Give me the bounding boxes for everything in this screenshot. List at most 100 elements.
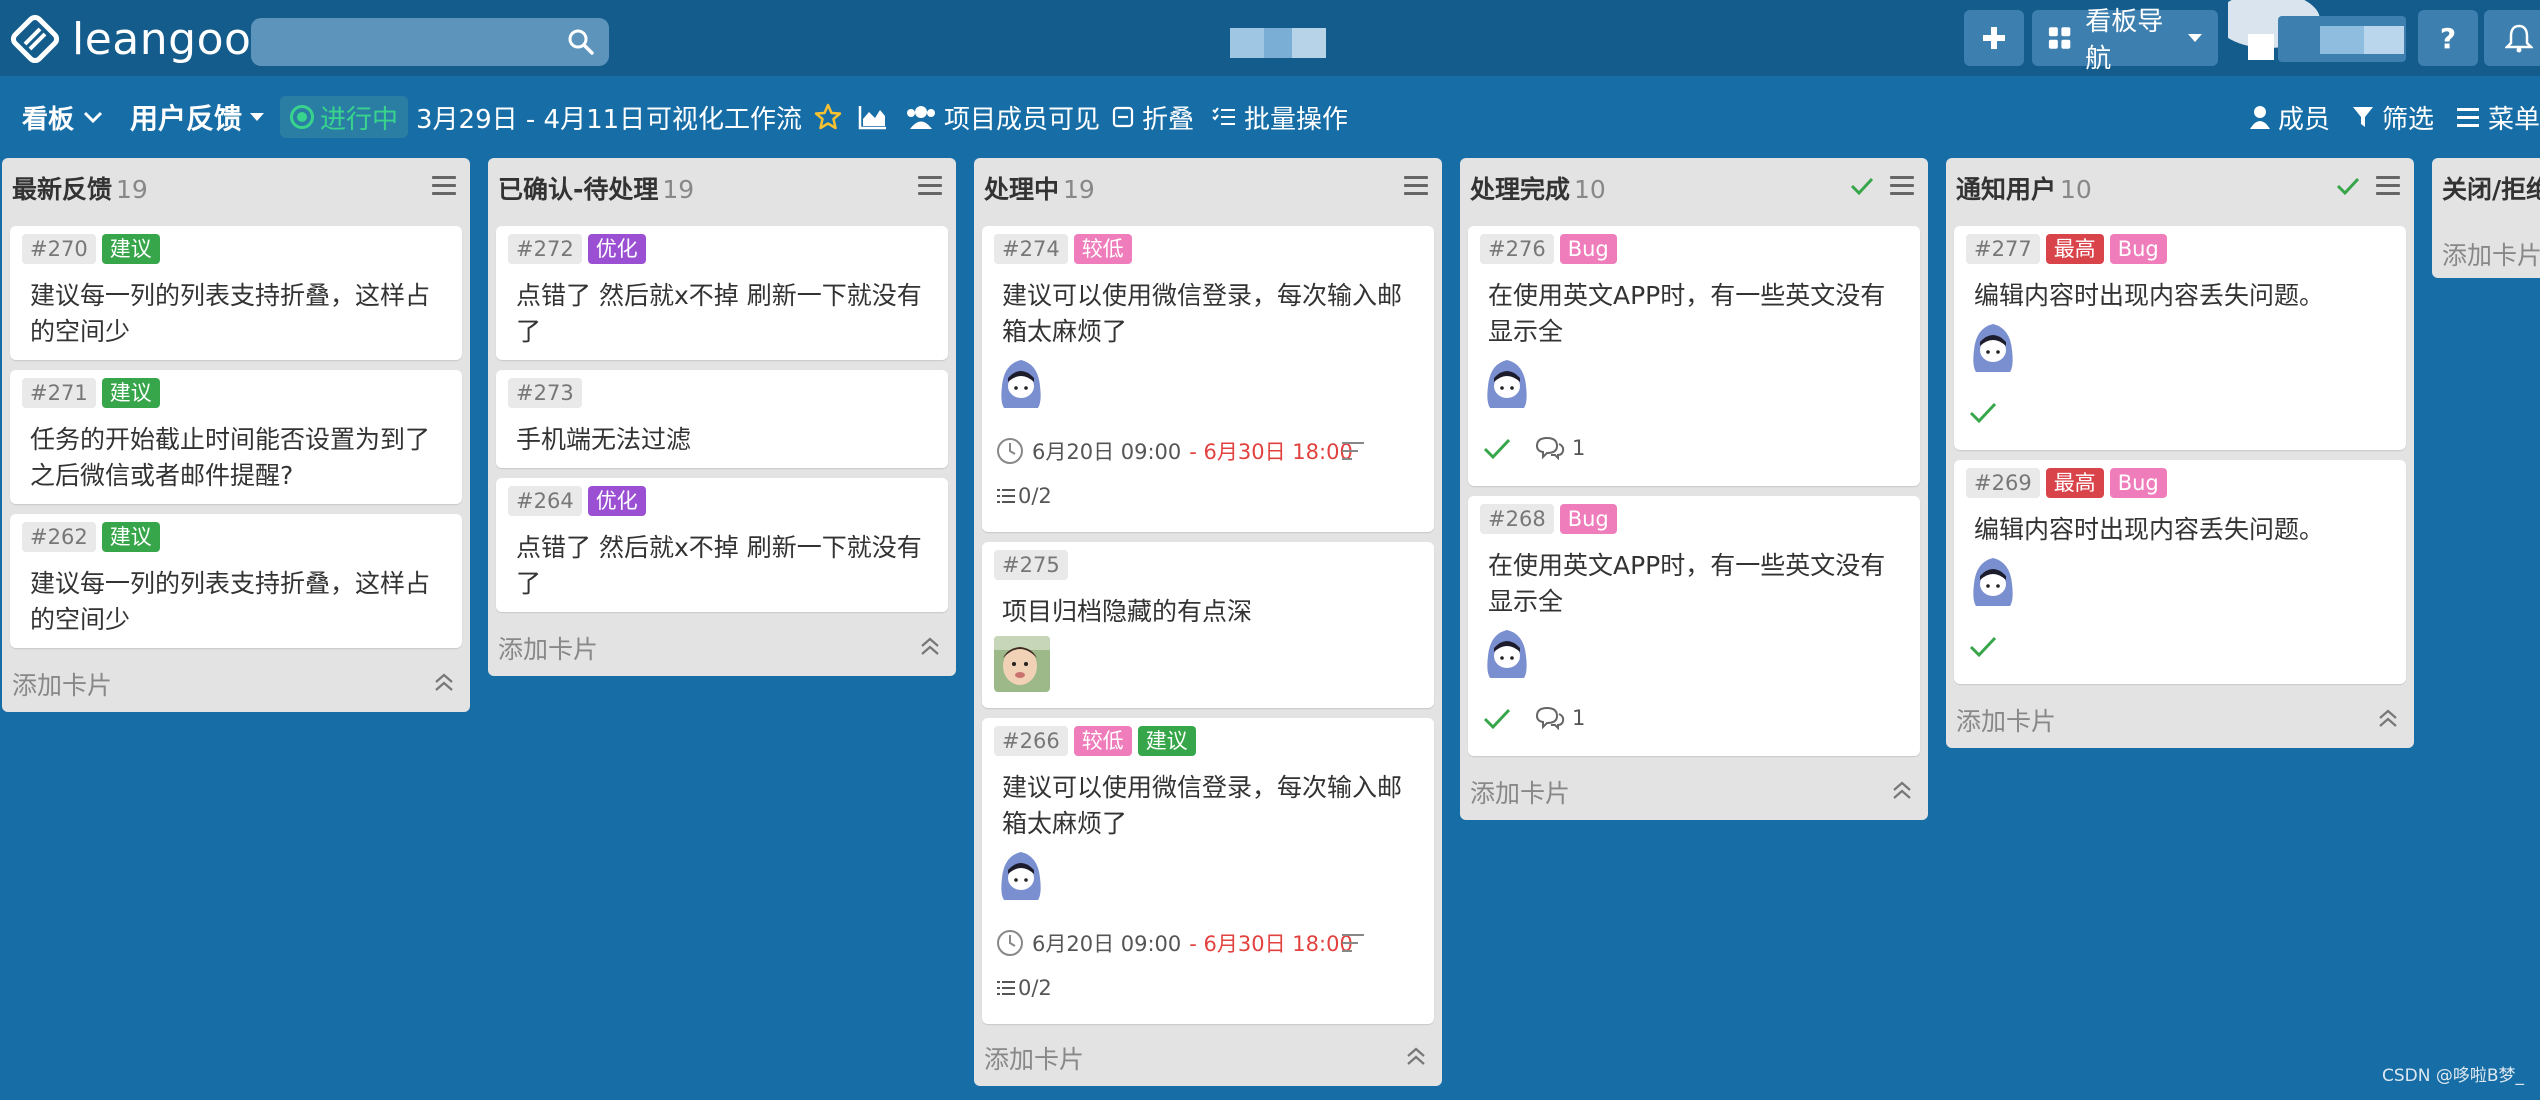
member-avatar[interactable] (994, 636, 1050, 692)
date-range[interactable]: 3月29日 - 4月11日 (416, 94, 645, 140)
card[interactable]: #277 最高 Bug 编辑内容时出现内容丢失问题。 (1954, 226, 2406, 450)
board-nav-button[interactable]: 看板导航 (2032, 7, 2218, 74)
card-title: 编辑内容时出现内容丢失问题。 (1974, 281, 2325, 310)
list-title[interactable]: 处理中 19 (984, 170, 1095, 206)
add-card-button[interactable]: 添加卡片 (1956, 702, 2056, 738)
member-avatar[interactable] (1484, 358, 1530, 410)
card[interactable]: #275 项目归档隐藏的有点深 (982, 542, 1434, 708)
member-avatar[interactable] (998, 358, 1044, 410)
list-menu-icon[interactable] (432, 176, 456, 196)
list-menu-icon[interactable] (1404, 176, 1428, 196)
visibility-button[interactable]: 项目成员可见 (906, 94, 1100, 140)
card-id: #264 (508, 486, 582, 516)
list-title[interactable]: 通知用户 10 (1956, 170, 2092, 206)
batch-button[interactable]: 批量操作 (1212, 94, 1348, 140)
card[interactable]: #271 建议 任务的开始截止时间能否设置为到了之后微信或者邮件提醒? (10, 370, 462, 504)
member-avatar[interactable] (998, 850, 1044, 902)
due-date[interactable]: 6月20日 09:00 - 6月30日 18:00 (996, 436, 1353, 466)
list-menu-icon[interactable] (1890, 176, 1914, 196)
list-confirmed-pending: 已确认-待处理 19 #272 优化 点错了 然后就x不掉 刷新一下就没有了 #27… (488, 158, 956, 676)
checklist-icon (997, 981, 1015, 995)
status-label: 进行中 (320, 104, 399, 135)
menu-button[interactable]: 菜单 (2456, 94, 2540, 140)
watermark: CSDN @哆啦B梦_ (2381, 1066, 2524, 1086)
card[interactable]: #276 Bug 在使用英文APP时，有一些英文没有显示全 1 (1468, 226, 1920, 486)
members-button[interactable]: 成员 (2250, 94, 2330, 140)
card[interactable]: #273 手机端无法过滤 (496, 370, 948, 468)
description-icon (1342, 934, 1364, 952)
status-badge[interactable]: 进行中 (280, 96, 408, 138)
project-name-dropdown[interactable]: 用户反馈 (130, 94, 265, 140)
tag-label: 优化 (587, 234, 646, 264)
leangoo-logo[interactable]: leangoo (10, 14, 251, 65)
card[interactable]: #272 优化 点错了 然后就x不掉 刷新一下就没有了 (496, 226, 948, 360)
star-button[interactable] (814, 94, 842, 140)
fold-button[interactable]: 折叠 (1112, 94, 1194, 140)
comment-count[interactable]: 1 (1534, 706, 1585, 730)
list-count: 10 (1574, 175, 1606, 204)
member-avatar[interactable] (1484, 628, 1530, 680)
add-card-button[interactable]: 添加卡片 (2442, 236, 2540, 272)
collapse-up-icon[interactable] (1890, 778, 1914, 802)
list-title[interactable]: 已确认-待处理 19 (498, 170, 694, 206)
checklist-progress[interactable]: 0/2 (996, 484, 1052, 508)
card-title: 手机端无法过滤 (516, 425, 692, 454)
due-start: 6月20日 09:00 (1032, 440, 1182, 464)
list-title[interactable]: 最新反馈 19 (12, 170, 148, 206)
plus-icon (1983, 27, 2005, 49)
child-photo-avatar (994, 636, 1050, 692)
collapse-up-icon[interactable] (1404, 1044, 1428, 1068)
project-name: 用户反馈 (130, 102, 243, 135)
add-card-button[interactable]: 添加卡片 (1470, 774, 1570, 810)
member-avatar[interactable] (1970, 322, 2016, 374)
card-id: #262 (22, 522, 96, 552)
workflow-link[interactable]: 可视化工作流 (646, 94, 802, 140)
card-title: 项目归档隐藏的有点深 (1002, 597, 1253, 626)
list-title[interactable]: 关闭/拒绝 (2442, 170, 2540, 206)
due-date[interactable]: 6月20日 09:00 - 6月30日 18:00 (996, 928, 1353, 958)
blurred-user-avatar (2216, 0, 2406, 62)
card[interactable]: #270 建议 建议每一列的列表支持折叠，这样占的空间少 (10, 226, 462, 360)
search-icon[interactable] (567, 28, 595, 56)
user-account[interactable] (2216, 0, 2410, 66)
chart-button[interactable] (858, 94, 888, 140)
list-menu-icon[interactable] (918, 176, 942, 196)
card[interactable]: #264 优化 点错了 然后就x不掉 刷新一下就没有了 (496, 478, 948, 612)
top-navbar: leangoo 看板导航 ? (0, 0, 2540, 76)
comment-count[interactable]: 1 (1534, 436, 1585, 460)
card[interactable]: #262 建议 建议每一列的列表支持折叠，这样占的空间少 (10, 514, 462, 648)
board-menu-dropdown[interactable]: 看板 (22, 94, 104, 140)
add-card-button[interactable]: 添加卡片 (984, 1040, 1084, 1076)
card-title: 建议每一列的列表支持折叠，这样占的空间少 (30, 569, 431, 634)
collapse-up-icon[interactable] (2376, 706, 2400, 730)
card-title: 点错了 然后就x不掉 刷新一下就没有了 (516, 533, 922, 598)
hamburger-icon (2457, 108, 2479, 127)
done-check-icon (1483, 438, 1511, 460)
notification-button[interactable] (2484, 10, 2540, 66)
list-menu-icon[interactable] (2376, 176, 2400, 196)
due-end: - 6月30日 18:00 (1189, 440, 1353, 464)
filter-button[interactable]: 筛选 (2352, 94, 2434, 140)
collapse-up-icon[interactable] (432, 670, 456, 694)
list-title[interactable]: 处理完成 10 (1470, 170, 1606, 206)
card[interactable]: #274 较低 建议可以使用微信登录，每次输入邮箱太麻烦了 6月20日 09:00… (982, 226, 1434, 532)
list-latest-feedback: 最新反馈 19 #270 建议 建议每一列的列表支持折叠，这样占的空间少 #271 建… (2, 158, 470, 712)
add-card-button[interactable]: 添加卡片 (12, 666, 112, 702)
member-avatar[interactable] (1970, 556, 2016, 608)
card[interactable]: #269 最高 Bug 编辑内容时出现内容丢失问题。 (1954, 460, 2406, 684)
search-input[interactable] (251, 18, 609, 66)
chevron-down-icon (250, 113, 265, 121)
done-check-icon (1969, 402, 1997, 424)
collapse-up-icon[interactable] (918, 634, 942, 658)
description-icon (1342, 442, 1364, 460)
clock-icon (997, 930, 1023, 956)
add-button[interactable] (1964, 10, 2024, 66)
card-title: 建议可以使用微信登录，每次输入邮箱太麻烦了 (1002, 773, 1403, 838)
comments-icon (1535, 706, 1565, 730)
card[interactable]: #268 Bug 在使用英文APP时，有一些英文没有显示全 1 (1468, 496, 1920, 756)
add-card-button[interactable]: 添加卡片 (498, 630, 598, 666)
tag-label: Bug (2109, 468, 2167, 498)
card[interactable]: #266 较低 建议 建议可以使用微信登录，每次输入邮箱太麻烦了 6月20日 0… (982, 718, 1434, 1024)
help-button[interactable]: ? (2418, 10, 2478, 66)
checklist-progress[interactable]: 0/2 (996, 976, 1052, 1000)
